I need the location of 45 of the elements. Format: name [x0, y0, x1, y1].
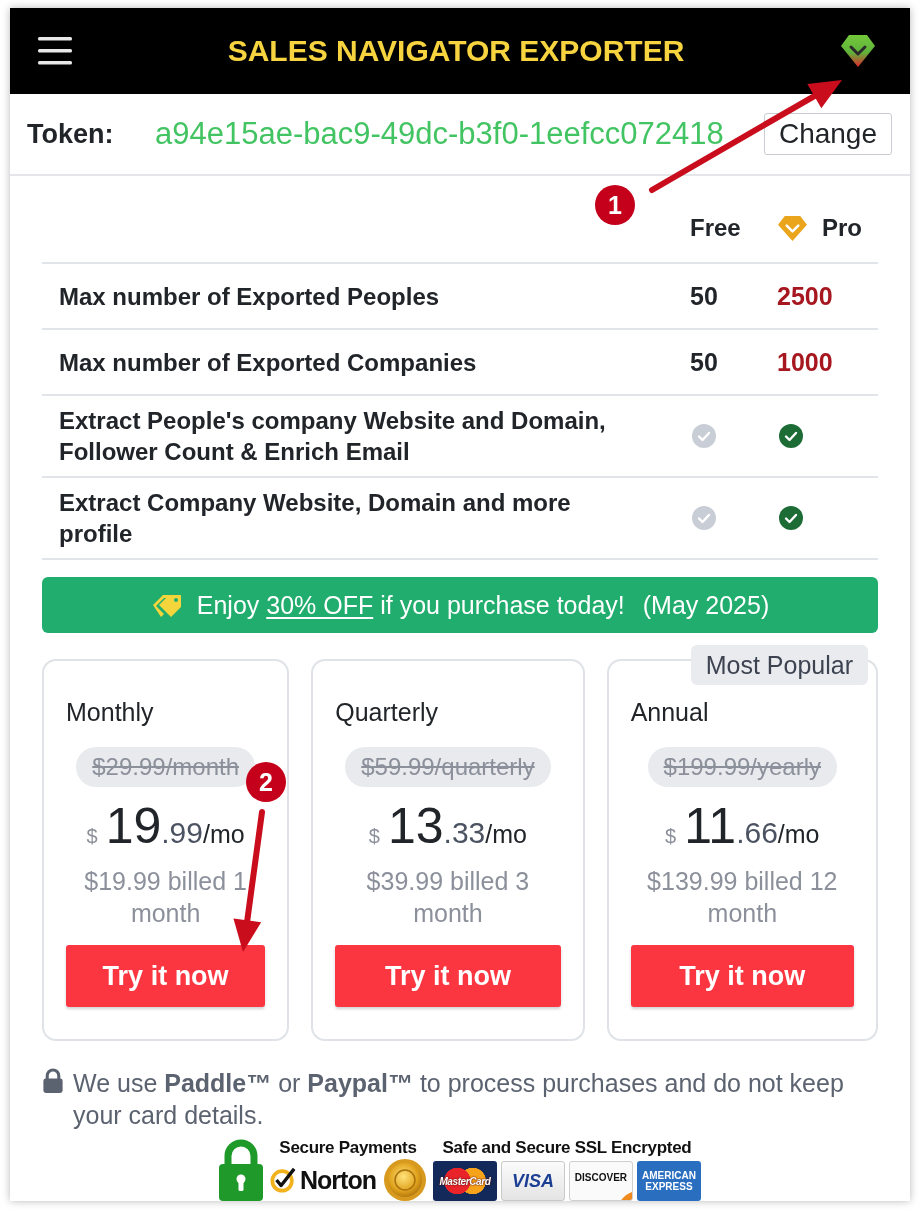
try-button[interactable]: Try it now	[66, 945, 266, 1007]
old-price: $199.99/yearly	[647, 747, 838, 787]
change-button[interactable]: Change	[763, 113, 892, 155]
menu-icon[interactable]	[38, 37, 72, 65]
discover-logo: DISCOVER	[568, 1161, 633, 1201]
limit-value: 1000	[777, 347, 833, 377]
plan-name: Annual	[630, 697, 709, 727]
check-circle-icon	[270, 1167, 297, 1193]
amex-logo: AMERICAN EXPRESS	[636, 1161, 701, 1201]
plan-name: Monthly	[66, 697, 154, 727]
ssl-label: Safe and Secure SSL Encrypted	[442, 1137, 692, 1159]
old-price: $59.99/quarterly	[345, 747, 551, 787]
norton-label: Norton	[300, 1165, 376, 1195]
price-text: $ 11.66/mo	[665, 797, 820, 855]
tag-icon	[150, 592, 183, 618]
billing-text: $19.99 billed 1 month	[83, 866, 248, 929]
price-text: $ 19.99/mo	[86, 797, 245, 855]
gem-icon[interactable]	[840, 34, 876, 68]
visa-logo: VISA	[500, 1161, 565, 1201]
price-text: $ 13.33/mo	[368, 797, 527, 855]
column-header: Pro	[822, 214, 862, 242]
token-value: a94e15ae-bac9-49dc-b3f0-1eefcc072418	[155, 116, 724, 152]
promo-date: (May 2025)	[642, 590, 770, 620]
feature-label: Extract Company Website, Domain and more profile	[59, 488, 572, 549]
lock-icon	[42, 1068, 64, 1093]
feature-label: Extract People's company Website and Domain, Follower Count & Enrich Email	[59, 406, 607, 467]
column-header: Free	[690, 214, 741, 242]
old-price: $29.99/month	[76, 747, 255, 787]
billing-text: $39.99 billed 3 month	[365, 866, 531, 929]
limit-value: 50	[690, 281, 718, 311]
app-title: SALES NAVIGATOR EXPORTER	[226, 33, 686, 69]
limit-value: 2500	[777, 281, 833, 311]
feature-label: Max number of Exported Companies	[59, 347, 477, 378]
secure-payments-label: Secure Payments	[279, 1137, 417, 1159]
limit-value: 50	[690, 347, 718, 377]
seal-icon	[383, 1159, 426, 1201]
feature-label: Max number of Exported Peoples	[59, 281, 440, 312]
billing-text: $139.99 billed 12 month	[646, 866, 839, 929]
plan-name: Quarterly	[335, 697, 439, 727]
try-button[interactable]: Try it now	[335, 945, 561, 1007]
try-button[interactable]: Try it now	[630, 945, 854, 1007]
security-note: We use Paddle™ or Paypal™ to process purchases and do not keep your card details.	[73, 1068, 845, 1131]
popular-badge: Most Popular	[690, 645, 868, 685]
promo-text: Enjoy 30% OFF if you purchase today!	[196, 590, 625, 620]
token-label: Token:	[27, 118, 115, 150]
